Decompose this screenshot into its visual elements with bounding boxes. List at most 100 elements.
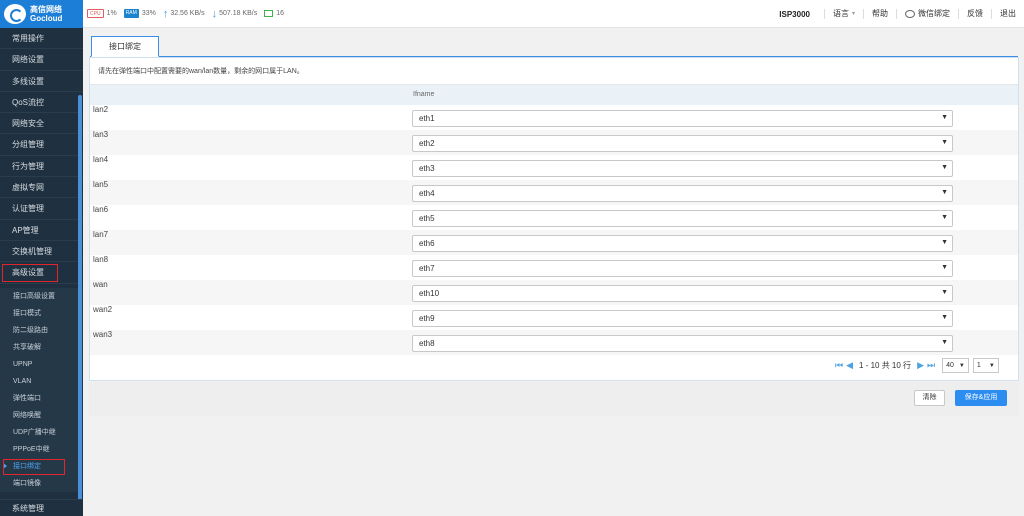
upload-arrow-icon: ↑ [162, 7, 169, 20]
wechat-icon [905, 10, 915, 18]
subnav-udp-relay[interactable]: UDP广播中继 [0, 424, 83, 441]
table-row: wan3 eth8 ▼ [90, 330, 1018, 355]
table-row: lan2 eth1 ▼ [90, 105, 1018, 130]
save-apply-button[interactable]: 保存&应用 [955, 390, 1007, 406]
topbar: CPU 1% RAM 33% ↑ 32.56 KB/s ↓ 507.18 KB/… [83, 0, 1024, 28]
page-size-value: 40 [946, 362, 954, 369]
page-number-select[interactable]: 1 ▼ [972, 358, 999, 373]
sidebar-item-security[interactable]: 网络安全 [0, 113, 83, 135]
first-page-icon[interactable]: ⏮ [835, 360, 843, 371]
clear-button[interactable]: 清除 [914, 390, 945, 406]
sidebar-item-common[interactable]: 常用操作 [0, 28, 83, 50]
caret-down-icon: ▼ [941, 164, 948, 171]
table-row: lan6 eth5 ▼ [90, 205, 1018, 230]
table-row: lan5 eth4 ▼ [90, 180, 1018, 205]
ifname-select[interactable]: eth8 ▼ [412, 335, 953, 352]
sidebar: 高信网络 Gocloud 常用操作 网络设置 多线设置 QoS流控 网络安全 分… [0, 0, 83, 516]
sidebar-item-advanced[interactable]: 高级设置 [0, 262, 83, 284]
row-name: wan2 [93, 305, 113, 314]
sidebar-item-qos[interactable]: QoS流控 [0, 92, 83, 114]
sidebar-item-system[interactable]: 系统管理 [0, 499, 83, 516]
tip-text: 请先在弹性端口中配置需要的wan/lan数量，剩余的网口属于LAN。 [98, 68, 304, 75]
table-row: lan3 eth2 ▼ [90, 130, 1018, 155]
ifname-select[interactable]: eth3 ▼ [412, 160, 953, 177]
subnav-port-mirror[interactable]: 端口镜像 [0, 475, 83, 492]
cloud-logo-icon [4, 4, 26, 24]
table-row: lan8 eth7 ▼ [90, 255, 1018, 280]
highlight-box [2, 264, 58, 283]
subnav-upnp[interactable]: UPNP [0, 356, 83, 373]
ifname-select[interactable]: eth6 ▼ [412, 235, 953, 252]
select-value: eth7 [419, 264, 435, 273]
caret-down-icon: ▼ [988, 362, 995, 369]
chevron-down-icon: ▾ [851, 11, 855, 17]
row-name: lan4 [93, 155, 109, 164]
subnav-wake-on-lan[interactable]: 网络唤醒 [0, 407, 83, 424]
subnav-elastic-port[interactable]: 弹性端口 [0, 390, 83, 407]
feedback-link[interactable]: 反馈 [958, 9, 991, 19]
download-arrow-icon: ↓ [211, 7, 218, 20]
sidebar-item-network[interactable]: 网络设置 [0, 49, 83, 71]
logout-link[interactable]: 退出 [991, 9, 1024, 19]
connections-stat: 16 [264, 10, 284, 17]
tab-bar: 接口绑定 [90, 36, 1018, 57]
caret-down-icon: ▼ [941, 189, 948, 196]
pager: ⏮ ◀ 1 - 10 共 10 行 ▶ ⏭ 40 ▼ 1 ▼ [835, 358, 999, 373]
select-value: eth5 [419, 214, 435, 223]
row-name: lan7 [93, 230, 109, 239]
sidebar-item-switch[interactable]: 交换机管理 [0, 241, 83, 263]
subnav-pppoe-relay[interactable]: PPPoE中继 [0, 441, 83, 458]
select-value: eth2 [419, 139, 435, 148]
download-stat: ↓ 507.18 KB/s [212, 8, 258, 20]
cpu-stat: CPU 1% [87, 9, 117, 18]
subnav-vlan[interactable]: VLAN [0, 373, 83, 390]
wechat-bind-link[interactable]: 微信绑定 [896, 9, 958, 19]
language-menu[interactable]: 语言 ▾ [823, 9, 863, 19]
caret-down-icon: ▼ [941, 139, 948, 146]
subnav-interface-binding[interactable]: 接口绑定 [0, 458, 83, 475]
caret-down-icon: ▼ [941, 289, 948, 296]
select-value: eth4 [419, 189, 435, 198]
ifname-select[interactable]: eth2 ▼ [412, 135, 953, 152]
sidebar-item-auth[interactable]: 认证管理 [0, 198, 83, 220]
select-value: eth8 [419, 339, 435, 348]
wechat-label: 微信绑定 [918, 9, 950, 18]
sidebar-scrollbar[interactable] [78, 95, 82, 515]
ifname-select[interactable]: eth7 ▼ [412, 260, 953, 277]
sidebar-item-ap[interactable]: AP管理 [0, 220, 83, 241]
cpu-value: 1% [106, 10, 117, 17]
prev-page-icon[interactable]: ◀ [846, 360, 853, 371]
language-label: 语言 [832, 9, 849, 18]
ifname-select[interactable]: eth9 ▼ [412, 310, 953, 327]
ifname-select[interactable]: eth1 ▼ [412, 110, 953, 127]
row-name: lan2 [93, 105, 109, 114]
last-page-icon[interactable]: ⏭ [927, 360, 935, 371]
caret-down-icon: ▼ [941, 214, 948, 221]
ifname-select[interactable]: eth5 ▼ [412, 210, 953, 227]
tab-interface-binding[interactable]: 接口绑定 [91, 36, 159, 57]
topbar-right: ISP3000 语言 ▾ 帮助 微信绑定 反馈 退出 [779, 0, 1024, 28]
table-row: wan2 eth9 ▼ [90, 305, 1018, 330]
column-header-ifname: Ifname [413, 91, 435, 98]
sidebar-item-vpn[interactable]: 虚拟专网 [0, 177, 83, 199]
subnav-interface-advanced[interactable]: 接口高级设置 [0, 288, 83, 305]
sidebar-item-behavior[interactable]: 行为管理 [0, 156, 83, 178]
select-value: eth3 [419, 164, 435, 173]
select-value: eth1 [419, 114, 435, 123]
subnav-interface-mode[interactable]: 接口模式 [0, 305, 83, 322]
help-link[interactable]: 帮助 [863, 9, 896, 19]
connections-value: 16 [276, 10, 285, 17]
sidebar-item-groups[interactable]: 分组管理 [0, 134, 83, 156]
highlight-box [3, 458, 65, 475]
next-page-icon[interactable]: ▶ [917, 360, 924, 371]
page-size-select[interactable]: 40 ▼ [942, 358, 969, 373]
caret-down-icon: ▼ [941, 339, 948, 346]
table-row: lan7 eth6 ▼ [90, 230, 1018, 255]
ram-stat: RAM 33% [123, 9, 156, 18]
subnav-share-crack[interactable]: 共享破解 [0, 339, 83, 356]
ifname-select[interactable]: eth10 ▼ [412, 285, 953, 302]
sidebar-item-multiline[interactable]: 多线设置 [0, 71, 83, 92]
brand-name-cn: 高信网络 [30, 5, 62, 14]
ifname-select[interactable]: eth4 ▼ [412, 185, 953, 202]
subnav-anti-secondary-route[interactable]: 防二级路由 [0, 322, 83, 339]
